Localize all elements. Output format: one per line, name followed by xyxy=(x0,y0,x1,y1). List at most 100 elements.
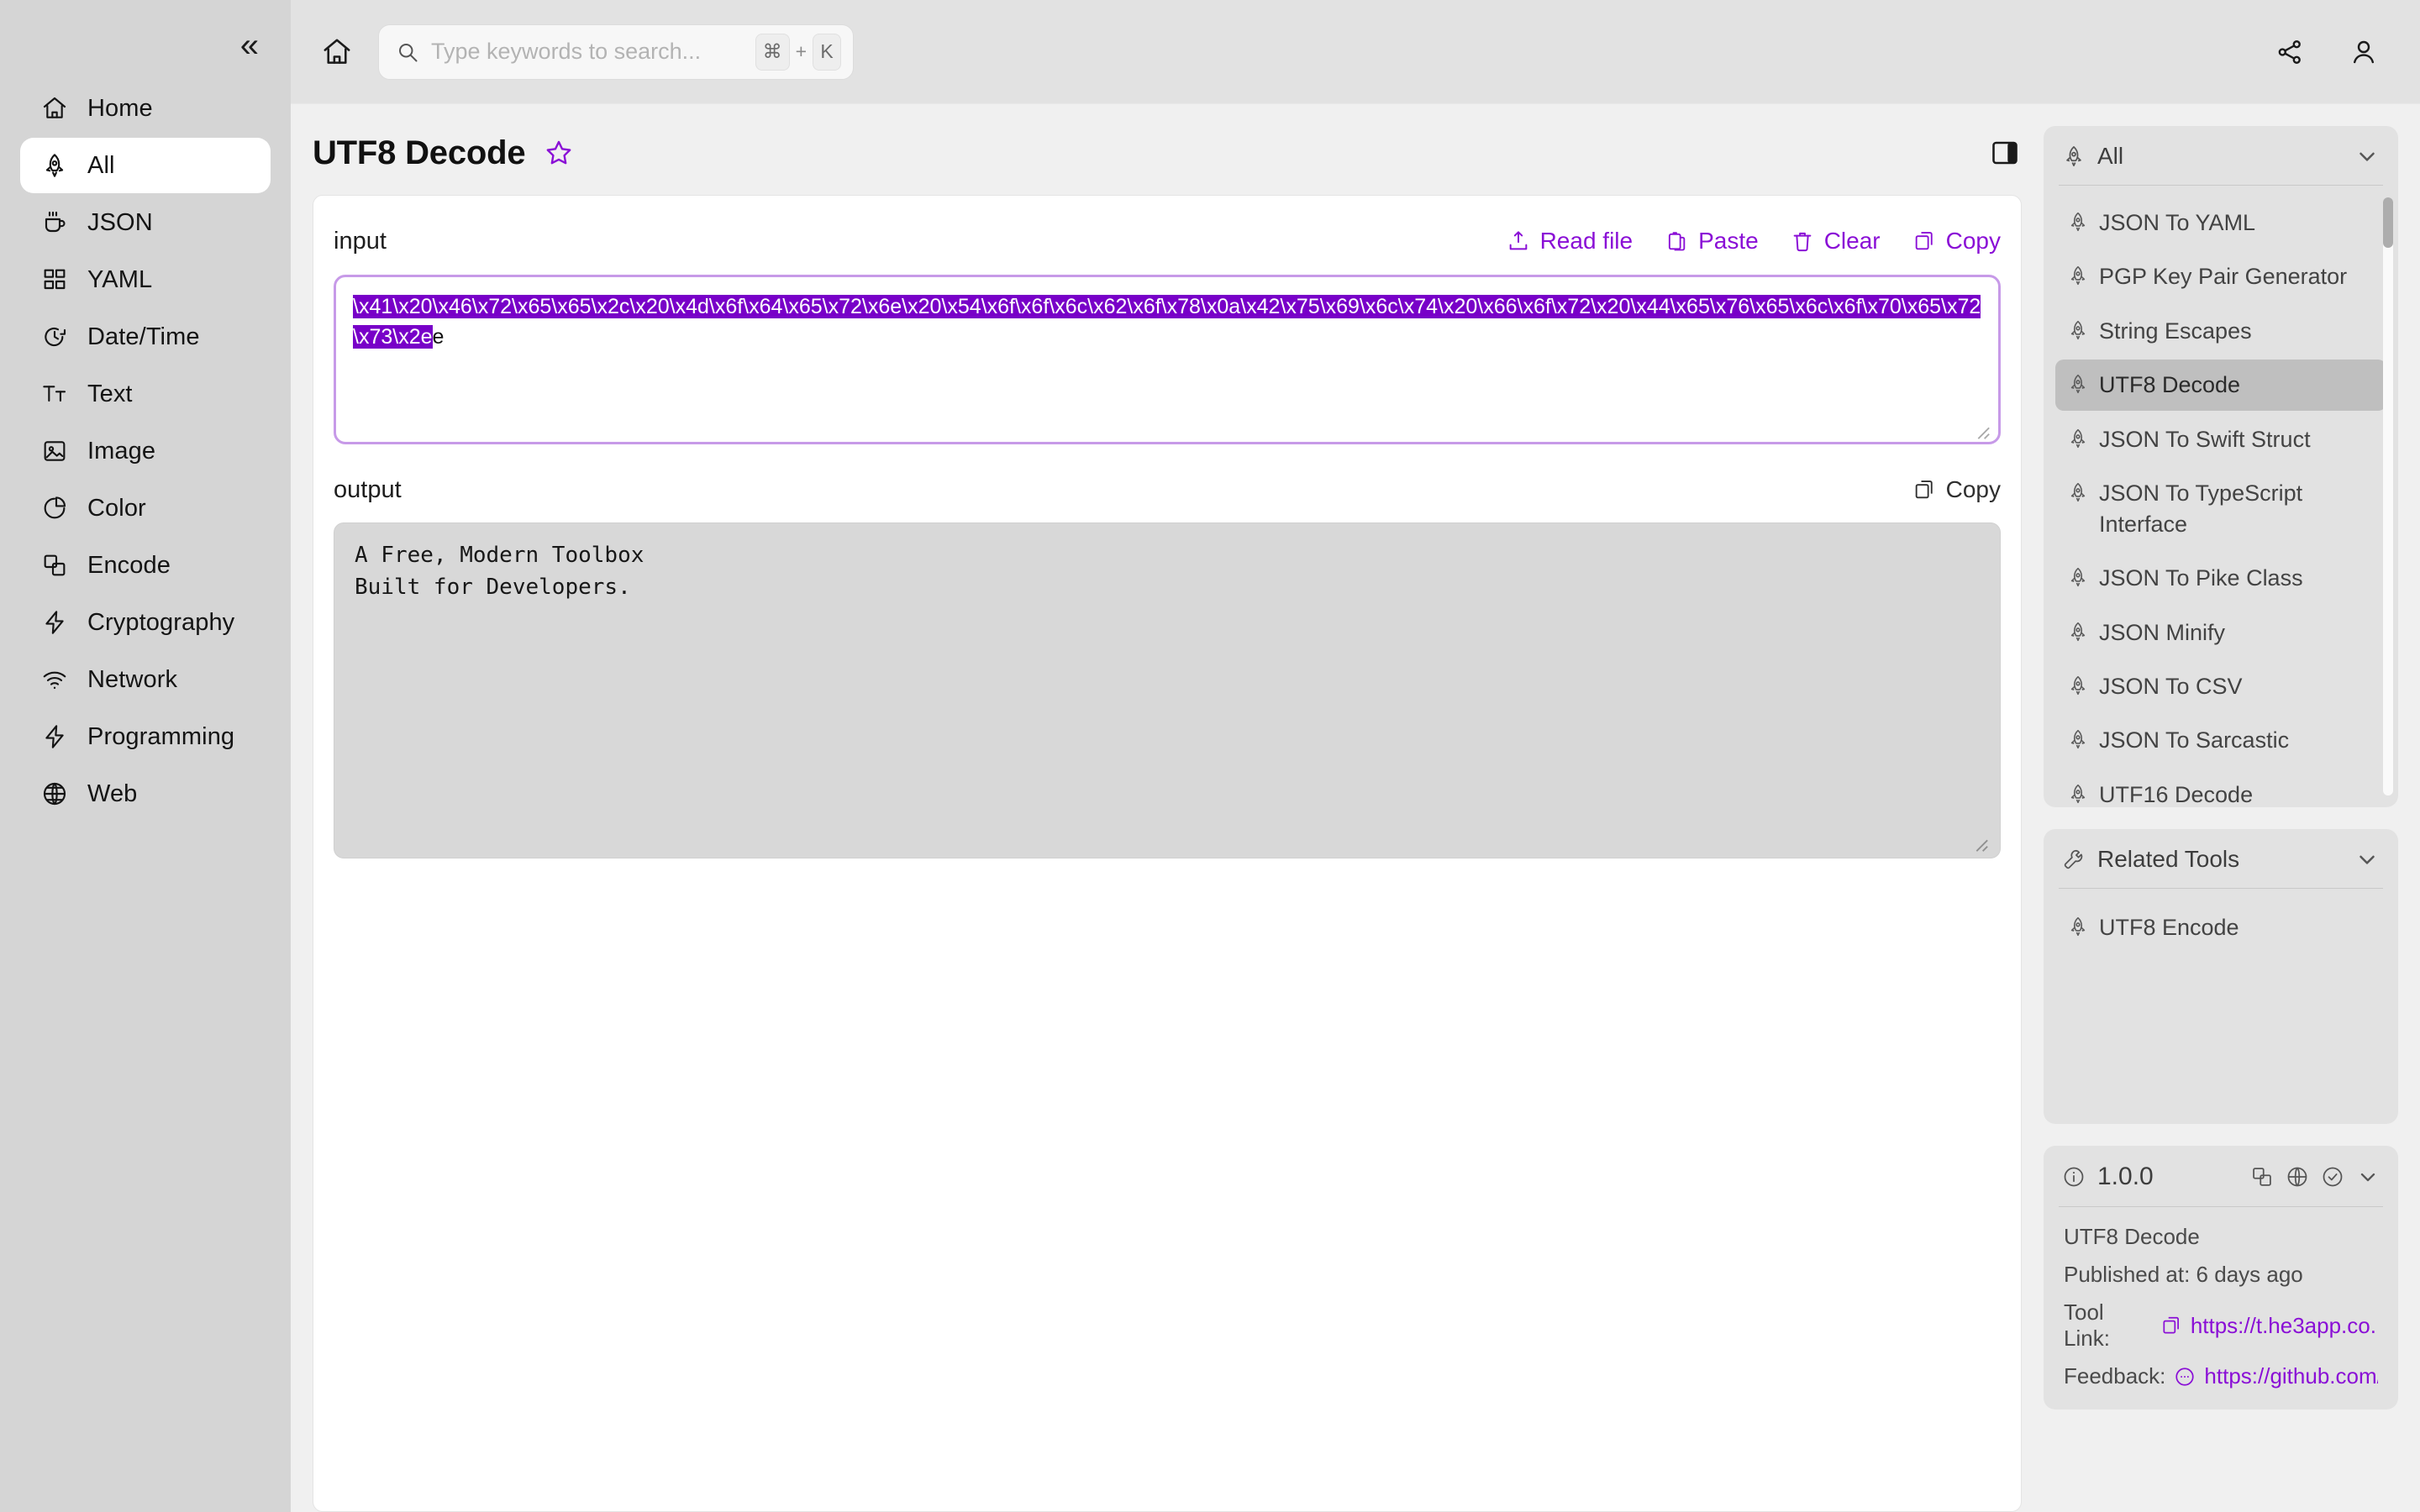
tool-list-item[interactable]: JSON To CSV xyxy=(2055,661,2386,711)
sidebar-item-encode[interactable]: Encode xyxy=(20,538,271,593)
input-textarea[interactable] xyxy=(334,275,2001,444)
tool-list-item[interactable]: JSON To TypeScript Interface xyxy=(2055,468,2386,549)
action-label: Copy xyxy=(1945,228,2001,254)
sidebar-item-text[interactable]: Text xyxy=(20,366,271,422)
action-label: Paste xyxy=(1698,228,1759,254)
tool-list-item[interactable]: PGP Key Pair Generator xyxy=(2055,251,2386,302)
tool-card: input Read file Paste Clear Copy \x41\x20\x… xyxy=(313,195,2022,1512)
rocket-icon xyxy=(2067,728,2089,750)
top-bar: ⌘ + K xyxy=(291,0,2420,104)
clear-button[interactable]: Clear xyxy=(1791,228,1881,255)
tool-list-item[interactable]: UTF16 Decode xyxy=(2055,769,2386,807)
sidebar-item-label: Date/Time xyxy=(87,323,200,350)
scrollbar-track[interactable] xyxy=(2383,197,2393,795)
output-copy-button[interactable]: Copy xyxy=(1912,476,2001,503)
all-tools-header[interactable]: All xyxy=(2044,126,2398,185)
tool-list-item[interactable]: JSON To Swift Struct xyxy=(2055,414,2386,465)
user-icon[interactable] xyxy=(2344,33,2383,71)
sidebar-nav: Home All JSON YAML Date/Time Text Image Color En… xyxy=(0,81,291,822)
info-published: Published at: 6 days ago xyxy=(2064,1262,2303,1287)
share-icon[interactable] xyxy=(2270,33,2309,71)
main-area: UTF8 Decode input Read file Paste Clear … xyxy=(291,104,2044,1512)
tool-list-item-label: UTF8 Decode xyxy=(2099,372,2241,398)
chevron-down-icon[interactable] xyxy=(2356,1165,2380,1189)
tool-list-item-label: JSON To Sarcastic xyxy=(2099,727,2290,753)
sidebar-item-cryptography[interactable]: Cryptography xyxy=(20,595,271,650)
rocket-icon xyxy=(2067,373,2089,395)
copy-icon xyxy=(1912,229,1936,253)
feedback-link[interactable]: https://github.com/... xyxy=(2174,1363,2378,1389)
tool-link[interactable]: https://t.he3app.co... xyxy=(2160,1313,2378,1339)
sidebar-item-date-time[interactable]: Date/Time xyxy=(20,309,271,365)
info-tool-name: UTF8 Decode xyxy=(2064,1224,2200,1249)
tool-list-item[interactable]: UTF8 Decode xyxy=(2055,360,2386,411)
sidebar-item-label: Web xyxy=(87,780,138,807)
sidebar-item-image[interactable]: Image xyxy=(20,423,271,479)
wrench-icon xyxy=(2062,848,2086,871)
related-tool-item-label: UTF8 Encode xyxy=(2099,915,2239,940)
search-icon xyxy=(396,40,419,64)
tool-list-item[interactable]: JSON To YAML xyxy=(2055,197,2386,248)
image-icon xyxy=(40,437,69,465)
rocket-icon xyxy=(2067,481,2089,503)
kbd-k: K xyxy=(813,33,841,71)
card-filler xyxy=(334,863,2001,1491)
related-tools-title: Related Tools xyxy=(2097,846,2240,872)
chevron-down-icon[interactable] xyxy=(2354,144,2380,169)
search-box[interactable]: ⌘ + K xyxy=(378,24,854,80)
read-file-button[interactable]: Read file xyxy=(1507,228,1633,255)
sidebar-item-label: Cryptography xyxy=(87,608,235,636)
all-tools-list[interactable]: JSON To YAML PGP Key Pair Generator String… xyxy=(2044,186,2398,807)
related-tools-header[interactable]: Related Tools xyxy=(2044,829,2398,888)
input-field-header: input Read file Paste Clear Copy xyxy=(334,219,2001,263)
sidebar-item-color[interactable]: Color xyxy=(20,480,271,536)
search-input[interactable] xyxy=(431,39,744,65)
tool-list-item-label: JSON To CSV xyxy=(2099,673,2243,699)
copy-button[interactable]: Copy xyxy=(1912,228,2001,255)
tool-list-item[interactable]: JSON Minify xyxy=(2055,607,2386,658)
scrollbar-thumb[interactable] xyxy=(2383,197,2393,248)
kbd-plus: + xyxy=(795,40,807,62)
related-tool-item[interactable]: UTF8 Encode xyxy=(2055,902,2386,953)
check-circle-icon[interactable] xyxy=(2321,1165,2344,1189)
sidebar-item-label: Network xyxy=(87,665,178,693)
sidebar-item-all[interactable]: All xyxy=(20,138,271,193)
globe-icon[interactable] xyxy=(2286,1165,2309,1189)
related-tools-list[interactable]: UTF8 Encode xyxy=(2044,889,2398,1124)
sidebar-item-network[interactable]: Network xyxy=(20,652,271,707)
tool-list-item[interactable]: JSON To Sarcastic xyxy=(2055,715,2386,765)
tool-list-item-label: JSON To TypeScript Interface xyxy=(2099,480,2303,537)
home-icon xyxy=(40,94,69,123)
tool-version: 1.0.0 xyxy=(2097,1163,2154,1190)
paste-button[interactable]: Paste xyxy=(1665,228,1759,255)
trash-icon xyxy=(1791,229,1814,253)
input-actions: Read file Paste Clear Copy xyxy=(1507,228,2001,255)
sidebar-item-programming[interactable]: Programming xyxy=(20,709,271,764)
sidebar-item-label: Home xyxy=(87,94,153,122)
output-label: output xyxy=(334,475,402,503)
tool-list-item-label: UTF16 Decode xyxy=(2099,781,2254,807)
rocket-icon xyxy=(2067,783,2089,805)
panel-right-icon[interactable] xyxy=(1990,138,2020,168)
page-title: UTF8 Decode xyxy=(313,134,526,171)
tool-list-item-label: JSON To YAML xyxy=(2099,210,2256,235)
output-textarea[interactable] xyxy=(334,522,2001,858)
sidebar-item-web[interactable]: Web xyxy=(20,766,271,822)
sidebar-item-label: Image xyxy=(87,437,156,465)
right-panel: All JSON To YAML PGP Key Pair Generator St… xyxy=(2044,104,2420,1512)
chevron-down-icon[interactable] xyxy=(2354,847,2380,872)
sidebar-item-json[interactable]: JSON xyxy=(20,195,271,250)
home-icon[interactable] xyxy=(311,26,363,78)
collapse-sidebar-button[interactable]: « xyxy=(240,29,259,62)
star-icon[interactable] xyxy=(544,138,574,168)
tool-list-item[interactable]: JSON To Pike Class xyxy=(2055,553,2386,603)
sidebar-item-yaml[interactable]: YAML xyxy=(20,252,271,307)
sidebar-item-home[interactable]: Home xyxy=(20,81,271,136)
rocket-icon xyxy=(2067,621,2089,643)
pie-chart-icon xyxy=(40,494,69,522)
tool-link-url: https://t.he3app.co... xyxy=(2190,1312,2378,1338)
tool-list-item[interactable]: String Escapes xyxy=(2055,306,2386,356)
copy-layers-icon[interactable] xyxy=(2250,1165,2274,1189)
tool-list-item-label: JSON To Pike Class xyxy=(2099,565,2303,591)
action-label: Clear xyxy=(1823,228,1881,254)
